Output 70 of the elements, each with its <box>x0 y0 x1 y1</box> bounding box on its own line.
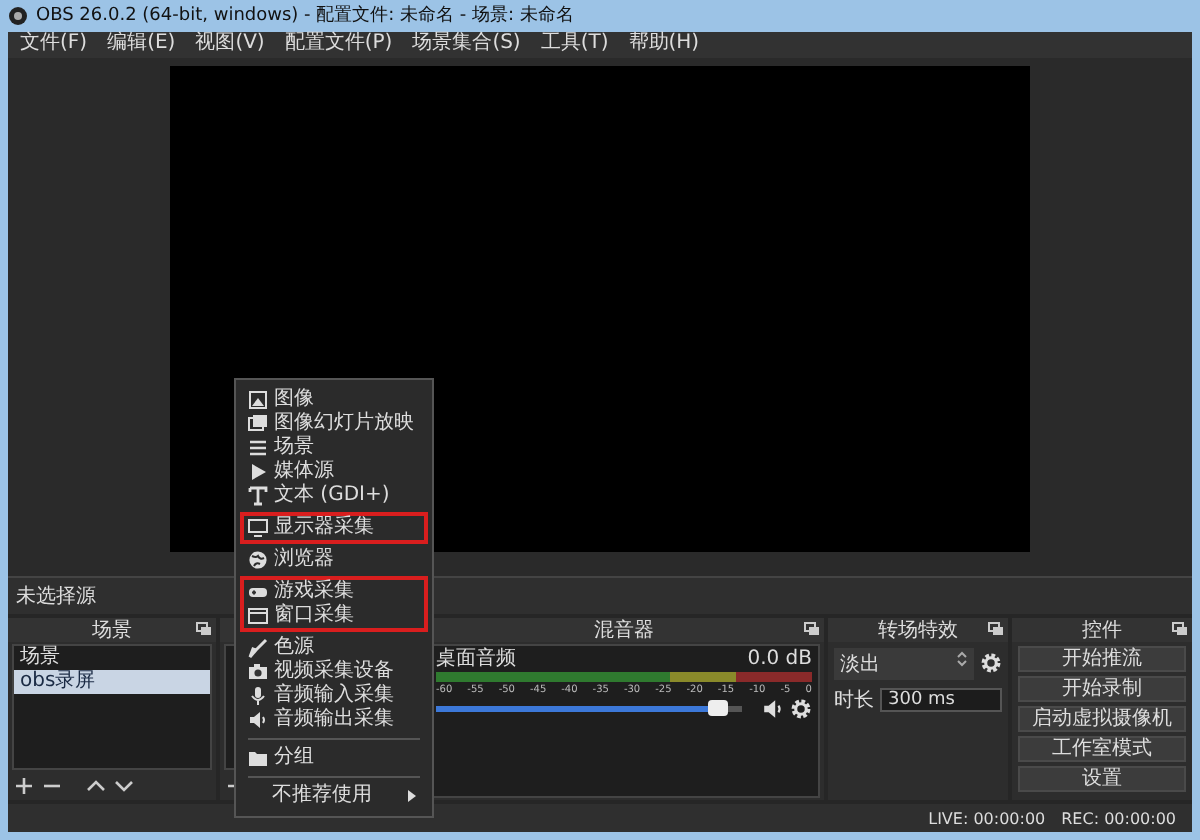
menu-item[interactable]: 显示器采集 <box>244 516 424 540</box>
float-icon[interactable] <box>988 621 1004 636</box>
control-button[interactable]: 设置 <box>1018 765 1186 792</box>
source-status-label: 未选择源 <box>16 583 96 610</box>
text-icon <box>248 486 268 506</box>
rec-status: REC: 00:00:00 <box>1061 809 1176 828</box>
window-icon <box>248 606 268 626</box>
transition-dropdown[interactable]: 淡出 <box>834 647 974 680</box>
menu-item[interactable]: 分组 <box>244 746 424 770</box>
live-status: LIVE: 00:00:00 <box>928 809 1046 828</box>
volume-reading: 0.0 dB <box>747 647 812 670</box>
menu-item[interactable]: 游戏采集 <box>244 580 424 604</box>
duration-label: 时长 <box>834 687 874 714</box>
dock-title: 混音器 <box>594 617 654 644</box>
globe-icon <box>248 550 268 570</box>
monitor-icon <box>248 518 268 538</box>
menu-item[interactable]: 场景 <box>244 436 424 460</box>
scene-item[interactable]: 场景 <box>14 645 210 670</box>
menu-bar-item[interactable]: 视图(V) <box>195 32 265 57</box>
gamepad-icon <box>248 582 268 602</box>
menu-item[interactable]: 不推荐使用 <box>244 784 424 808</box>
gear-icon[interactable] <box>980 652 1002 675</box>
camera-icon <box>248 662 268 682</box>
window-title: OBS 26.0.2 (64-bit, windows) - 配置文件: 未命名 - 场景: 未命名 <box>36 3 574 29</box>
image-icon <box>248 390 268 410</box>
menu-bar-item[interactable]: 文件(F) <box>20 32 88 57</box>
menu-item[interactable]: 图像 <box>244 388 424 412</box>
menu-item[interactable]: 浏览器 <box>244 548 424 572</box>
scene-item[interactable]: obs录屏 <box>14 669 210 694</box>
float-icon[interactable] <box>804 621 820 636</box>
slideshow-icon <box>248 414 268 434</box>
submenu-arrow-icon <box>408 790 416 802</box>
speaker-icon <box>248 710 268 730</box>
dock-title: 控件 <box>1082 617 1122 644</box>
list-icon <box>248 438 268 458</box>
down-icon[interactable] <box>114 776 134 797</box>
control-button[interactable]: 工作室模式 <box>1018 735 1186 762</box>
control-button[interactable]: 启动虚拟摄像机 <box>1018 705 1186 732</box>
menu-bar-item[interactable]: 编辑(E) <box>107 32 176 57</box>
control-button[interactable]: 开始录制 <box>1018 675 1186 702</box>
menu-bar-item[interactable]: 工具(T) <box>540 32 609 57</box>
menu-bar-item[interactable]: 帮助(H) <box>628 32 700 57</box>
volume-thumb[interactable] <box>707 699 728 716</box>
float-icon[interactable] <box>196 621 212 636</box>
menu-item[interactable]: 窗口采集 <box>244 604 424 628</box>
menu-item[interactable]: 图像幻灯片放映 <box>244 412 424 436</box>
volume-slider[interactable] <box>436 705 742 712</box>
channel-name: 桌面音频 <box>436 647 516 670</box>
play-icon <box>248 462 268 482</box>
menu-bar-item[interactable]: 配置文件(P) <box>284 32 393 57</box>
brush-icon <box>248 638 268 658</box>
menu-item[interactable]: 媒体源 <box>244 460 424 484</box>
menu-bar-item[interactable]: 场景集合(S) <box>412 32 521 57</box>
dock-title: 场景 <box>92 617 132 644</box>
float-icon[interactable] <box>1172 621 1188 636</box>
duration-field[interactable]: 300 ms <box>880 687 1002 712</box>
menu-item[interactable]: 音频输入采集 <box>244 684 424 708</box>
folder-icon <box>248 748 268 768</box>
dock-title: 转场特效 <box>878 617 958 644</box>
menu-item[interactable]: 色源 <box>244 636 424 660</box>
app-logo-icon <box>8 5 28 26</box>
microphone-icon <box>248 686 268 706</box>
add-icon[interactable] <box>14 776 34 797</box>
gear-icon[interactable] <box>790 697 812 720</box>
menu-item[interactable]: 视频采集设备 <box>244 660 424 684</box>
speaker-icon <box>762 697 784 720</box>
control-button[interactable]: 开始推流 <box>1018 645 1186 672</box>
menu-item[interactable]: 文本 (GDI+) <box>244 484 424 508</box>
spinner-arrows-icon <box>956 649 968 668</box>
menu-item[interactable]: 音频输出采集 <box>244 708 424 732</box>
